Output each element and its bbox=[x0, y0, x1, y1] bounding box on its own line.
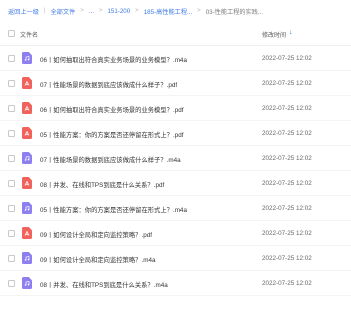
file-row[interactable]: 05丨性能方案：你的方案是否还停留在形式上？.pdf 2022-07-25 12:… bbox=[0, 121, 351, 146]
pdf-file-icon bbox=[22, 127, 32, 139]
file-modified-time: 2022-07-25 12:02 bbox=[262, 104, 312, 112]
file-name[interactable]: 05丨性能方案：你的方案是否还停留在形式上？.pdf bbox=[40, 130, 183, 139]
breadcrumb-back-link[interactable]: 返回上一级 bbox=[8, 7, 39, 16]
file-name[interactable]: 05丨性能方案：你的方案是否还停留在形式上？.m4a bbox=[40, 205, 187, 214]
file-name[interactable]: 06丨如何抽取出符合真实业务场景的业务模型？.m4a bbox=[40, 55, 187, 64]
pdf-file-icon bbox=[22, 102, 32, 114]
arrow-down-icon[interactable]: ↓ bbox=[289, 29, 293, 36]
audio-file-icon bbox=[22, 52, 32, 64]
chevron-right-icon: > bbox=[135, 8, 139, 14]
breadcrumb: 返回上一级 | 全部文件 > ... > 151-200 > 185-高性能工程… bbox=[0, 0, 351, 22]
file-row[interactable]: 06丨如何抽取出符合真实业务场景的业务模型？.m4a 2022-07-25 12:… bbox=[0, 46, 351, 71]
column-header-filename[interactable]: 文件名 bbox=[20, 30, 38, 39]
file-modified-time: 2022-07-25 12:02 bbox=[262, 54, 312, 62]
breadcrumb-folder-151-200[interactable]: 151-200 bbox=[107, 8, 130, 15]
row-checkbox[interactable] bbox=[8, 155, 15, 162]
pdf-file-icon bbox=[22, 77, 32, 89]
pdf-file-icon bbox=[22, 177, 32, 189]
row-checkbox[interactable] bbox=[8, 205, 15, 212]
row-checkbox[interactable] bbox=[8, 80, 15, 87]
file-name[interactable]: 07丨性能场景的数据到底应该做成什么样子？.pdf bbox=[40, 80, 177, 89]
row-checkbox[interactable] bbox=[8, 105, 15, 112]
file-modified-time: 2022-07-25 12:02 bbox=[262, 79, 312, 87]
file-modified-time: 2022-07-25 12:02 bbox=[262, 279, 312, 287]
breadcrumb-all-files[interactable]: 全部文件 bbox=[51, 7, 76, 16]
chevron-right-icon: > bbox=[197, 8, 201, 14]
file-modified-time: 2022-07-25 12:02 bbox=[262, 154, 312, 162]
row-checkbox[interactable] bbox=[8, 280, 15, 287]
file-row[interactable]: 07丨性能场景的数据到底应该做成什么样子？.pdf 2022-07-25 12:0… bbox=[0, 71, 351, 96]
audio-file-icon bbox=[22, 202, 32, 214]
file-name[interactable]: 06丨如何抽取出符合真实业务场景的业务模型？.pdf bbox=[40, 105, 183, 114]
file-list-header: 文件名 修改时间 ↓ bbox=[0, 22, 351, 46]
breadcrumb-ellipsis[interactable]: ... bbox=[89, 8, 94, 15]
row-checkbox[interactable] bbox=[8, 55, 15, 62]
file-name[interactable]: 08丨并发、在线和TPS到底是什么关系？.m4a bbox=[40, 280, 168, 289]
file-name[interactable]: 09丨如何设计全局和定向监控策略？.pdf bbox=[40, 230, 152, 239]
file-modified-time: 2022-07-25 12:02 bbox=[262, 204, 312, 212]
file-modified-time: 2022-07-25 12:02 bbox=[262, 229, 312, 237]
file-name[interactable]: 07丨性能场景的数据到底应该做成什么样子？.m4a bbox=[40, 155, 181, 164]
select-all-checkbox[interactable] bbox=[8, 30, 15, 37]
audio-file-icon bbox=[22, 277, 32, 289]
chevron-right-icon: > bbox=[80, 8, 84, 14]
breadcrumb-separator: | bbox=[43, 8, 46, 14]
breadcrumb-current-folder: 03-性能工程的实践... bbox=[205, 8, 264, 16]
row-checkbox[interactable] bbox=[8, 130, 15, 137]
file-modified-time: 2022-07-25 12:02 bbox=[262, 129, 312, 137]
file-row[interactable]: 05丨性能方案：你的方案是否还停留在形式上？.m4a 2022-07-25 12:… bbox=[0, 196, 351, 221]
column-header-modified-time[interactable]: 修改时间 bbox=[262, 30, 286, 39]
pdf-file-icon bbox=[22, 227, 32, 239]
file-name[interactable]: 08丨并发、在线和TPS到底是什么关系？.pdf bbox=[40, 180, 164, 189]
file-list: 06丨如何抽取出符合真实业务场景的业务模型？.m4a 2022-07-25 12:… bbox=[0, 46, 351, 296]
audio-file-icon bbox=[22, 252, 32, 264]
audio-file-icon bbox=[22, 152, 32, 164]
file-row[interactable]: 09丨如何设计全局和定向监控策略？.m4a 2022-07-25 12:02 bbox=[0, 246, 351, 271]
row-checkbox[interactable] bbox=[8, 230, 15, 237]
row-checkbox[interactable] bbox=[8, 180, 15, 187]
file-row[interactable]: 06丨如何抽取出符合真实业务场景的业务模型？.pdf 2022-07-25 12:… bbox=[0, 96, 351, 121]
file-row[interactable]: 09丨如何设计全局和定向监控策略？.pdf 2022-07-25 12:02 bbox=[0, 221, 351, 246]
breadcrumb-folder-185[interactable]: 185-高性能工程... bbox=[144, 7, 192, 16]
file-modified-time: 2022-07-25 12:02 bbox=[262, 254, 312, 262]
file-modified-time: 2022-07-25 12:02 bbox=[262, 179, 312, 187]
file-row[interactable]: 08丨并发、在线和TPS到底是什么关系？.m4a 2022-07-25 12:02 bbox=[0, 271, 351, 296]
file-row[interactable]: 07丨性能场景的数据到底应该做成什么样子？.m4a 2022-07-25 12:0… bbox=[0, 146, 351, 171]
file-name[interactable]: 09丨如何设计全局和定向监控策略？.m4a bbox=[40, 255, 155, 264]
row-checkbox[interactable] bbox=[8, 255, 15, 262]
file-row[interactable]: 08丨并发、在线和TPS到底是什么关系？.pdf 2022-07-25 12:02 bbox=[0, 171, 351, 196]
chevron-right-icon: > bbox=[98, 8, 103, 14]
